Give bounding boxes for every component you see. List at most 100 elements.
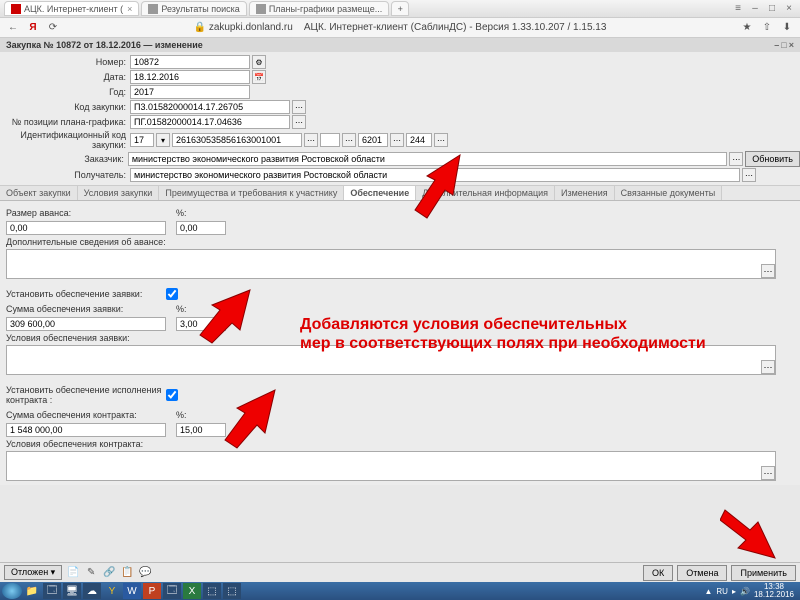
lookup-icon[interactable]: ⋯ xyxy=(292,115,306,129)
app-sum-input[interactable] xyxy=(6,317,166,331)
number-input[interactable] xyxy=(130,55,250,69)
clock[interactable]: 13:38 18.12.2016 xyxy=(754,583,794,599)
window-subtitle: Закупка № 10872 от 18.12.2016 — изменени… xyxy=(0,38,800,52)
idcode-num-input[interactable] xyxy=(172,133,302,147)
annotation-text: Добавляются условия обеспечительных мер … xyxy=(300,315,706,353)
expand-icon[interactable]: ⋯ xyxy=(761,360,775,374)
app-icon-4[interactable]: 🗔 xyxy=(163,583,181,599)
address-bar: ← Я ⟳ 🔒 zakupki.donland.ru АЦК. Интернет… xyxy=(0,18,800,38)
status-dropdown[interactable]: Отложен ▾ xyxy=(4,565,62,580)
idcode-seg2-input[interactable] xyxy=(406,133,432,147)
cancel-button[interactable]: Отмена xyxy=(677,565,727,581)
lookup-icon[interactable]: ⋯ xyxy=(742,168,756,182)
idcode-year-input[interactable] xyxy=(130,133,154,147)
code-input[interactable] xyxy=(130,100,290,114)
arrow-annotation-2 xyxy=(190,285,270,350)
lookup-icon[interactable]: ⋯ xyxy=(729,152,743,166)
tab-conditions[interactable]: Условия закупки xyxy=(78,186,160,200)
browser-icon[interactable]: Y xyxy=(103,583,121,599)
tab-advantages[interactable]: Преимущества и требования к участнику xyxy=(159,186,344,200)
apply-button[interactable]: Применить xyxy=(731,565,796,581)
icon-2[interactable]: ✎ xyxy=(84,566,98,580)
maximize-inner-icon[interactable]: □ xyxy=(781,40,786,50)
lookup-icon[interactable]: ⋯ xyxy=(292,100,306,114)
lang-indicator[interactable]: RU xyxy=(716,587,728,596)
close-icon[interactable]: × xyxy=(782,3,796,15)
start-button[interactable] xyxy=(2,583,22,599)
lookup-icon[interactable]: ⋯ xyxy=(342,133,356,147)
lookup-icon[interactable]: ⋯ xyxy=(390,133,404,147)
menu-icon[interactable]: ≡ xyxy=(731,3,745,15)
browser-tab-0[interactable]: АЦК. Интернет-клиент ( × xyxy=(4,1,139,16)
lock-icon: 🔒 xyxy=(194,22,206,33)
icon-4[interactable]: 📋 xyxy=(120,566,134,580)
minimize-inner-icon[interactable]: – xyxy=(774,40,779,50)
idcode-seg-input[interactable] xyxy=(320,133,340,147)
idcode-seg1-input[interactable] xyxy=(358,133,388,147)
refresh-button[interactable]: Обновить xyxy=(745,151,800,167)
minimize-icon[interactable]: – xyxy=(748,3,762,15)
ok-button[interactable]: ОК xyxy=(643,565,673,581)
yandex-icon[interactable]: Я xyxy=(26,22,40,33)
bottom-bar: Отложен ▾ 📄 ✎ 🔗 📋 💬 ОК Отмена Применить xyxy=(0,562,800,582)
explorer-icon[interactable]: 📁 xyxy=(23,583,41,599)
tray-icon[interactable]: ▸ xyxy=(732,587,736,596)
app-icon-5[interactable]: ⬚ xyxy=(203,583,221,599)
advance-pct-input[interactable] xyxy=(176,221,226,235)
excel-icon[interactable]: X xyxy=(183,583,201,599)
tray-up-icon[interactable]: ▲ xyxy=(704,587,712,596)
word-icon[interactable]: W xyxy=(123,583,141,599)
contract-cond-textarea[interactable]: ⋯ xyxy=(6,451,776,481)
tab-object[interactable]: Объект закупки xyxy=(0,186,78,200)
pct-label: %: xyxy=(176,304,187,314)
maximize-icon[interactable]: □ xyxy=(765,3,779,15)
taskbar: 📁 🗔 🖥 ☁ Y W P 🗔 X ⬚ ⬚ ▲ RU ▸ 🔊 13:38 18.… xyxy=(0,582,800,600)
inner-tabs: Объект закупки Условия закупки Преимущес… xyxy=(0,185,800,201)
lookup-icon[interactable]: ⋯ xyxy=(434,133,448,147)
browser-tab-2[interactable]: Планы-графики размеще... xyxy=(249,1,389,16)
close-icon[interactable]: × xyxy=(127,4,132,14)
advance-extra-textarea[interactable]: ⋯ xyxy=(6,249,776,279)
tab-changes[interactable]: Изменения xyxy=(555,186,615,200)
back-icon[interactable]: ← xyxy=(6,22,20,33)
set-app-checkbox[interactable] xyxy=(166,288,178,300)
lookup-icon[interactable]: ⋯ xyxy=(304,133,318,147)
bottom-right-buttons: ОК Отмена Применить xyxy=(643,565,796,581)
tab-icon xyxy=(11,4,21,14)
icon-3[interactable]: 🔗 xyxy=(102,566,116,580)
tab-label: АЦК. Интернет-клиент ( xyxy=(24,4,123,14)
icon-5[interactable]: 💬 xyxy=(138,566,152,580)
browser-titlebar: АЦК. Интернет-клиент ( × Результаты поис… xyxy=(0,0,800,18)
volume-icon[interactable]: 🔊 xyxy=(740,587,750,596)
code-label: Код закупки: xyxy=(0,102,130,112)
set-contract-checkbox[interactable] xyxy=(166,389,178,401)
close-inner-icon[interactable]: × xyxy=(789,40,794,50)
generate-icon[interactable]: ⚙ xyxy=(252,55,266,69)
date-input[interactable] xyxy=(130,70,250,84)
tab-related[interactable]: Связанные документы xyxy=(615,186,723,200)
browser-tab-1[interactable]: Результаты поиска xyxy=(141,1,246,16)
contract-sum-input[interactable] xyxy=(6,423,166,437)
pos-input[interactable] xyxy=(130,115,290,129)
dropdown-icon[interactable]: ▾ xyxy=(156,133,170,147)
advance-extra-label: Дополнительные сведения об авансе: xyxy=(6,237,794,247)
app-icon-2[interactable]: 🖥 xyxy=(63,583,81,599)
new-tab-button[interactable]: + xyxy=(391,1,409,16)
url-display[interactable]: 🔒 zakupki.donland.ru АЦК. Интернет-клиен… xyxy=(66,22,734,33)
download-icon[interactable]: ⬇ xyxy=(780,22,794,33)
reload-icon[interactable]: ⟳ xyxy=(46,22,60,33)
expand-icon[interactable]: ⋯ xyxy=(761,466,775,480)
number-label: Номер: xyxy=(0,57,130,67)
expand-icon[interactable]: ⋯ xyxy=(761,264,775,278)
app-icon-6[interactable]: ⬚ xyxy=(223,583,241,599)
powerpoint-icon[interactable]: P xyxy=(143,583,161,599)
app-icon-3[interactable]: ☁ xyxy=(83,583,101,599)
advance-input[interactable] xyxy=(6,221,166,235)
star-icon[interactable]: ★ xyxy=(740,22,754,33)
year-input[interactable] xyxy=(130,85,250,99)
contract-sum-label: Сумма обеспечения контракта: xyxy=(6,410,166,420)
share-icon[interactable]: ⇧ xyxy=(760,22,774,33)
app-icon-1[interactable]: 🗔 xyxy=(43,583,61,599)
calendar-icon[interactable]: 📅 xyxy=(252,70,266,84)
icon-1[interactable]: 📄 xyxy=(66,566,80,580)
